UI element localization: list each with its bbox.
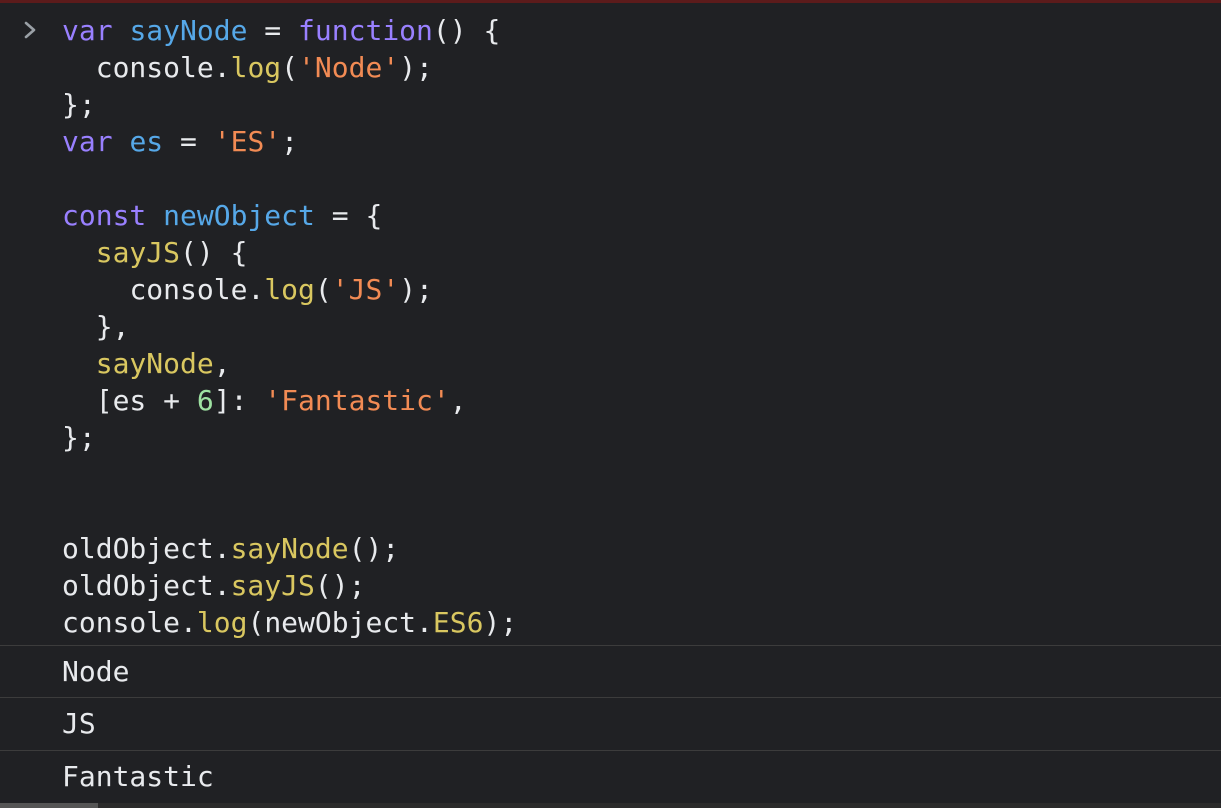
punctuation-token: () { (432, 14, 501, 47)
property-token: log (196, 606, 248, 639)
punctuation-token: = (163, 125, 214, 158)
console-output-text: Fantastic (62, 760, 214, 793)
punctuation-token: = (247, 14, 299, 47)
property-token: sayJS (230, 569, 315, 602)
code-line: oldObject.sayJS(); (62, 567, 517, 604)
property-token: sayNode (95, 347, 214, 380)
punctuation-token: }; (62, 421, 96, 454)
string-token: 'JS' (331, 273, 400, 306)
variable-token: console (129, 273, 248, 306)
console-output-text: Node (62, 655, 130, 688)
variable-token: console (95, 51, 214, 84)
punctuation-token: ( (314, 273, 332, 306)
property-token: log (264, 273, 315, 306)
punctuation-token: ]: (213, 384, 265, 417)
punctuation-token: , (449, 384, 467, 417)
property-token: sayNode (230, 532, 349, 565)
punctuation-token: }, (62, 310, 130, 343)
code-line: }; (62, 86, 517, 123)
punctuation-token: . (180, 606, 197, 639)
variable-token: newObject (264, 606, 417, 639)
punctuation-token: () { (180, 236, 248, 269)
punctuation-token: (); (348, 532, 400, 565)
punctuation-token (62, 347, 96, 380)
property-token: log (230, 51, 282, 84)
punctuation-token (113, 125, 130, 158)
code-line: }, (62, 308, 517, 345)
punctuation-token: (); (314, 569, 366, 602)
punctuation-token (62, 51, 96, 84)
identifier-token: es (129, 125, 164, 158)
code-line: console.log('JS'); (62, 271, 517, 308)
punctuation-token: }; (62, 88, 96, 121)
keyword-token: function (298, 14, 433, 47)
punctuation-token (146, 199, 163, 232)
property-token: ES6 (432, 606, 484, 639)
horizontal-scrollbar[interactable] (0, 803, 1221, 808)
scrollbar-thumb[interactable] (0, 803, 98, 808)
code-line: }; (62, 419, 517, 456)
punctuation-token: . (213, 532, 231, 565)
console-output-row: Fantastic (0, 750, 1221, 802)
console-output-text: JS (62, 707, 96, 740)
variable-token: oldObject (62, 532, 214, 565)
punctuation-token: ); (399, 273, 433, 306)
devtools-console: var sayNode = function() { console.log('… (0, 0, 1221, 808)
keyword-token: var (62, 125, 113, 158)
punctuation-token: ( (247, 606, 265, 639)
keyword-token: var (62, 14, 113, 47)
punctuation-token: . (213, 569, 231, 602)
variable-token: console (62, 606, 181, 639)
punctuation-token: ); (399, 51, 433, 84)
punctuation-token: . (247, 273, 265, 306)
string-token: 'Fantastic' (264, 384, 450, 417)
code-line: var sayNode = function() { (62, 12, 517, 49)
punctuation-token (62, 273, 129, 306)
console-input-code[interactable]: var sayNode = function() { console.log('… (62, 12, 517, 641)
code-line: sayNode, (62, 345, 517, 382)
identifier-token: newObject (163, 199, 315, 232)
chevron-right-icon (22, 15, 40, 45)
code-line: sayJS() { (62, 234, 517, 271)
punctuation-token (62, 236, 96, 269)
punctuation-token: = { (314, 199, 383, 232)
keyword-token: const (62, 199, 147, 232)
punctuation-token: . (213, 51, 231, 84)
identifier-token: sayNode (129, 14, 248, 47)
code-line: console.log(newObject.ES6); (62, 604, 517, 641)
punctuation-token: . (416, 606, 433, 639)
code-line: [es + 6]: 'Fantastic', (62, 382, 517, 419)
panel-top-border (0, 0, 1221, 3)
code-line: console.log('Node'); (62, 49, 517, 86)
punctuation-token: ( (281, 51, 299, 84)
code-line: var es = 'ES'; (62, 123, 517, 160)
number-token: 6 (196, 384, 214, 417)
code-line: oldObject.sayNode(); (62, 530, 517, 567)
punctuation-token: ; (281, 125, 299, 158)
punctuation-token: ); (483, 606, 518, 639)
punctuation-token: , (213, 347, 231, 380)
punctuation-token: [es + (62, 384, 197, 417)
console-output-row: JS (0, 697, 1221, 749)
code-line: const newObject = { (62, 197, 517, 234)
property-token: sayJS (95, 236, 181, 269)
punctuation-token (113, 14, 130, 47)
string-token: 'ES' (213, 125, 282, 158)
string-token: 'Node' (298, 51, 400, 84)
console-output-row: Node (0, 645, 1221, 697)
variable-token: oldObject (62, 569, 214, 602)
